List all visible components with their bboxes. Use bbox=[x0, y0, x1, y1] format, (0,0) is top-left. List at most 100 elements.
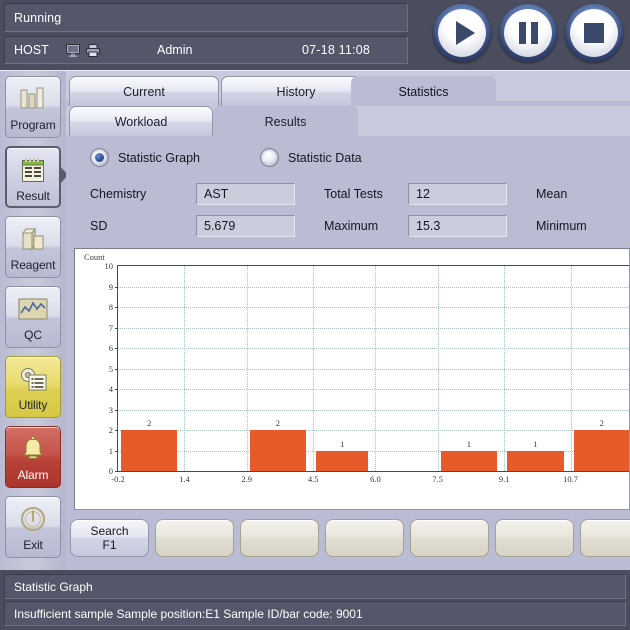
gridline-horizontal bbox=[118, 430, 630, 431]
minimum-label: Minimum bbox=[536, 219, 587, 233]
pause-button-face bbox=[504, 9, 552, 57]
total-tests-field[interactable]: 12 bbox=[408, 183, 507, 205]
bar-value-label: 1 bbox=[340, 439, 344, 449]
y-axis-tick-mark bbox=[115, 389, 118, 390]
sidebar-item-exit[interactable]: Exit bbox=[5, 496, 61, 558]
sidebar-item-alarm[interactable]: Alarm bbox=[5, 426, 61, 488]
gridline-horizontal bbox=[118, 369, 630, 370]
sidebar-item-result[interactable]: Result bbox=[5, 146, 61, 208]
statistic-graph: Count 012345678910-0.21.42.94.56.07.59.1… bbox=[74, 248, 630, 510]
alarm-icon bbox=[20, 433, 46, 465]
statistics-panel: Statistic Graph Statistic Data Chemistry… bbox=[66, 136, 630, 571]
maximum-field[interactable]: 15.3 bbox=[408, 215, 507, 237]
chart-bar: 1 bbox=[507, 451, 563, 472]
stop-button[interactable] bbox=[565, 4, 623, 62]
mean-label: Mean bbox=[536, 187, 567, 201]
gridline-vertical bbox=[571, 266, 572, 471]
gridline-vertical bbox=[247, 266, 248, 471]
pause-icon bbox=[519, 22, 538, 44]
tab-label: History bbox=[277, 85, 316, 99]
function-button-empty[interactable] bbox=[495, 519, 574, 557]
sd-label: SD bbox=[90, 219, 186, 233]
y-axis-tick-mark bbox=[115, 328, 118, 329]
status-line-1: Statistic Graph bbox=[4, 574, 626, 599]
primary-tabstrip: Current History Statistics bbox=[66, 76, 630, 106]
sidebar-item-label: Result bbox=[16, 189, 49, 203]
function-button-label-line2: F1 bbox=[102, 538, 116, 552]
x-axis-tick-label: 1.4 bbox=[179, 475, 190, 484]
bar-value-label: 1 bbox=[533, 439, 537, 449]
sidebar-item-program[interactable]: Program bbox=[5, 76, 61, 138]
x-axis-tick-label: -0.2 bbox=[111, 475, 124, 484]
content-area: Current History Statistics Workload Resu… bbox=[66, 71, 630, 571]
function-button-label-line1: Search bbox=[90, 524, 128, 538]
function-button-empty[interactable] bbox=[155, 519, 234, 557]
program-icon bbox=[19, 83, 47, 115]
radio-statistic-graph[interactable]: Statistic Graph bbox=[90, 148, 200, 167]
chart-bar: 2 bbox=[250, 430, 306, 471]
total-tests-label: Total Tests bbox=[324, 187, 408, 201]
gridline-horizontal bbox=[118, 389, 630, 390]
function-button-empty[interactable] bbox=[580, 519, 630, 557]
tab-label: Results bbox=[265, 115, 307, 129]
run-status-strip: Running bbox=[4, 3, 408, 32]
application-window: Running HOST bbox=[0, 0, 630, 630]
host-label: HOST bbox=[5, 43, 49, 57]
y-axis-tick-mark bbox=[115, 451, 118, 452]
y-axis-tick-label: 3 bbox=[109, 405, 113, 414]
exit-icon bbox=[19, 503, 47, 535]
machine-controls bbox=[433, 4, 623, 62]
tab-history[interactable]: History bbox=[221, 76, 371, 106]
status-bar: Statistic Graph Insufficient sample Samp… bbox=[0, 570, 630, 630]
function-button-bar: SearchF1 bbox=[70, 516, 630, 560]
y-axis-tick-mark bbox=[115, 471, 118, 472]
tab-label: Statistics bbox=[398, 85, 448, 99]
gridline-horizontal bbox=[118, 328, 630, 329]
chart-bar: 1 bbox=[441, 451, 497, 472]
y-axis-tick-mark bbox=[115, 307, 118, 308]
tab-statistics[interactable]: Statistics bbox=[351, 76, 496, 106]
start-button[interactable] bbox=[433, 4, 491, 62]
y-axis-tick-mark bbox=[115, 430, 118, 431]
chemistry-field[interactable]: AST bbox=[196, 183, 295, 205]
monitor-icon bbox=[66, 44, 80, 57]
start-button-face bbox=[438, 9, 486, 57]
gridline-vertical bbox=[313, 266, 314, 471]
function-button-empty[interactable] bbox=[240, 519, 319, 557]
radio-indicator-icon bbox=[90, 148, 109, 167]
y-axis-tick-mark bbox=[115, 348, 118, 349]
view-mode-radio-group: Statistic Graph Statistic Data bbox=[90, 148, 362, 167]
y-axis-tick-label: 8 bbox=[109, 303, 113, 312]
tab-label: Workload bbox=[115, 115, 168, 129]
bar-value-label: 2 bbox=[276, 418, 280, 428]
sidebar-item-utility[interactable]: Utility bbox=[5, 356, 61, 418]
sd-field[interactable]: 5.679 bbox=[196, 215, 295, 237]
field-row-1: Chemistry AST Total Tests 12 Mean bbox=[90, 178, 625, 210]
y-axis-tick-mark bbox=[115, 287, 118, 288]
sidebar-item-label: Program bbox=[10, 118, 55, 132]
y-axis-tick-label: 5 bbox=[109, 364, 113, 373]
y-axis-tick-label: 9 bbox=[109, 282, 113, 291]
navigation-sidebar: Program bbox=[0, 71, 66, 571]
y-axis-tick-mark bbox=[115, 369, 118, 370]
bar-value-label: 2 bbox=[147, 418, 151, 428]
function-button-empty[interactable] bbox=[325, 519, 404, 557]
y-axis-tick-label: 10 bbox=[105, 262, 114, 271]
maximum-label: Maximum bbox=[324, 219, 408, 233]
radio-statistic-data[interactable]: Statistic Data bbox=[260, 148, 362, 167]
search-button[interactable]: SearchF1 bbox=[70, 519, 149, 557]
sidebar-item-qc[interactable]: QC bbox=[5, 286, 61, 348]
tab-workload[interactable]: Workload bbox=[69, 106, 213, 136]
tab-results[interactable]: Results bbox=[213, 106, 358, 136]
stop-icon bbox=[584, 23, 604, 43]
chart-bar: 2 bbox=[574, 430, 630, 471]
result-icon bbox=[20, 154, 46, 186]
function-button-empty[interactable] bbox=[410, 519, 489, 557]
pause-button[interactable] bbox=[499, 4, 557, 62]
radio-label: Statistic Data bbox=[288, 151, 362, 165]
sidebar-item-reagent[interactable]: Reagent bbox=[5, 216, 61, 278]
summary-fields: Chemistry AST Total Tests 12 Mean SD 5.6… bbox=[90, 178, 625, 242]
y-axis-tick-label: 7 bbox=[109, 323, 113, 332]
x-axis-tick-label: 9.1 bbox=[499, 475, 510, 484]
tab-current[interactable]: Current bbox=[69, 76, 219, 106]
